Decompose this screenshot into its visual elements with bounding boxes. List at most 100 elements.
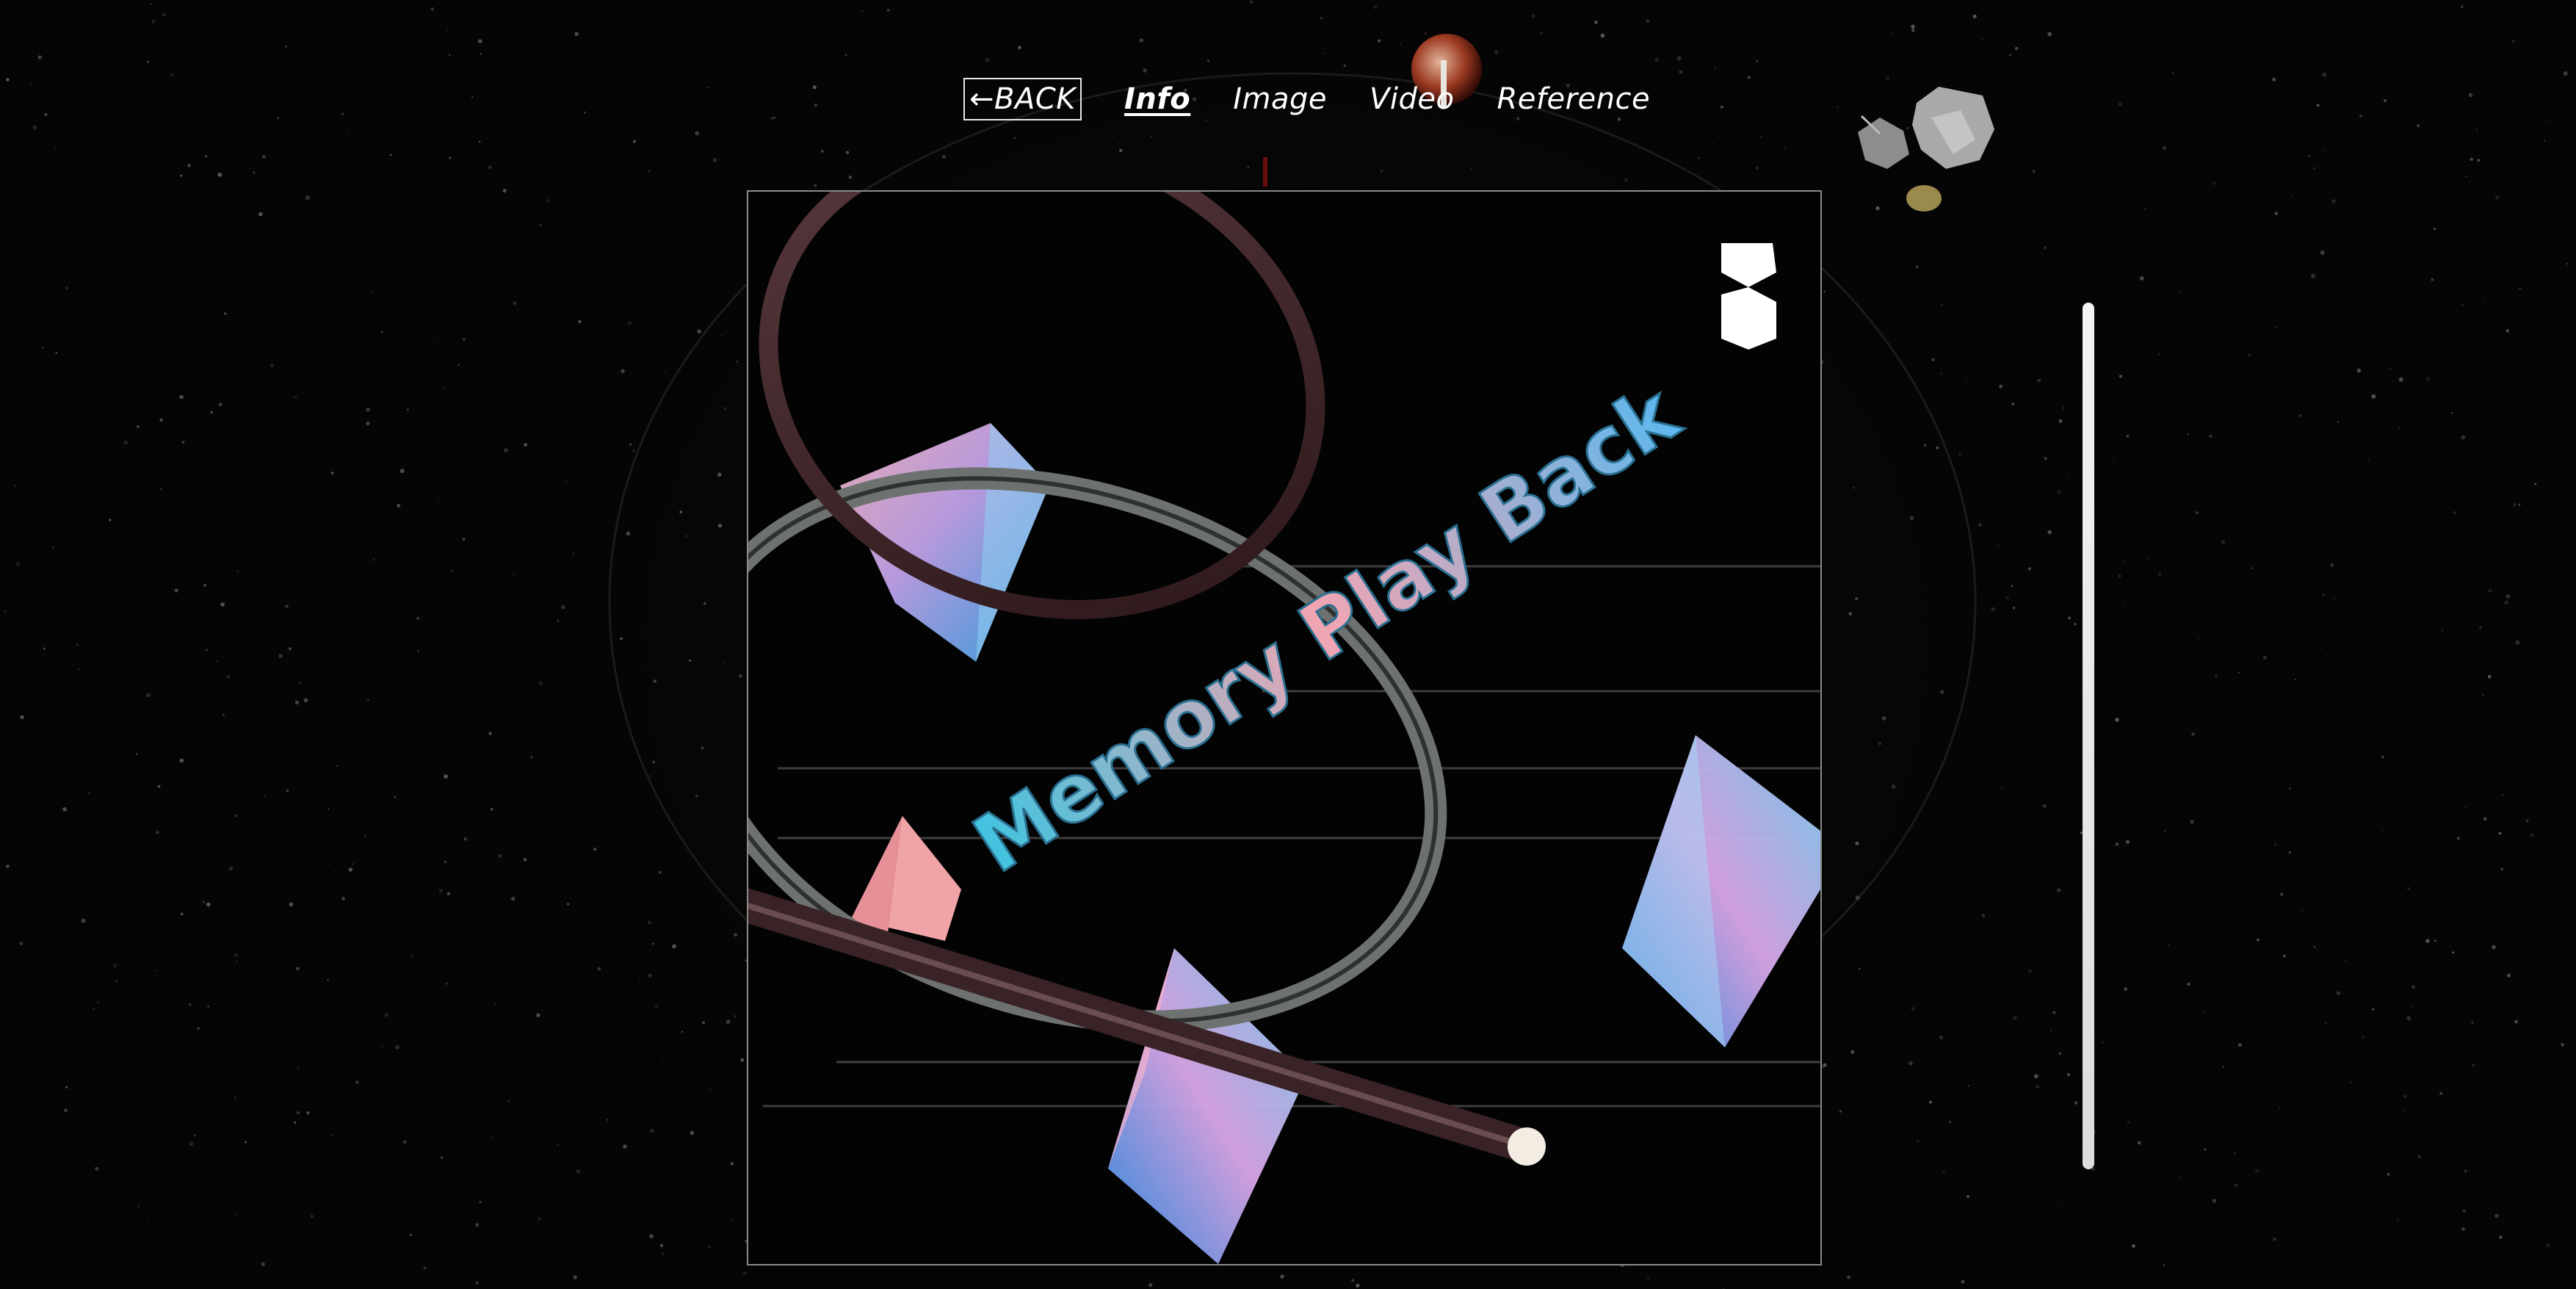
star: [2157, 572, 2162, 576]
star: [572, 552, 574, 555]
star: [2500, 867, 2503, 871]
star: [695, 794, 698, 798]
star: [2483, 817, 2487, 821]
star: [330, 768, 332, 770]
star: [2299, 414, 2302, 417]
star: [406, 408, 409, 411]
star: [54, 146, 57, 148]
star: [2322, 72, 2326, 77]
star: [2190, 820, 2194, 824]
star: [1380, 169, 1383, 173]
star: [2462, 1209, 2466, 1213]
star: [621, 369, 625, 374]
star: [299, 682, 302, 685]
star: [2036, 1085, 2039, 1088]
star: [394, 795, 397, 798]
star: [1747, 76, 1751, 79]
star: [2472, 1064, 2475, 1067]
star: [513, 574, 515, 576]
marker-pin-icon: [1263, 157, 1267, 187]
star: [689, 659, 692, 662]
star: [2237, 1043, 2242, 1047]
star: [2398, 377, 2403, 382]
star: [2274, 843, 2277, 846]
star: [2501, 794, 2503, 796]
star: [2512, 40, 2515, 43]
star: [1870, 441, 1872, 444]
star: [480, 53, 482, 55]
star: [286, 789, 289, 792]
star: [294, 700, 300, 705]
artwork-viewer[interactable]: Memory Play Back: [747, 190, 1822, 1265]
star: [526, 939, 527, 942]
star: [1756, 59, 1759, 62]
star: [1143, 68, 1147, 73]
star: [662, 1252, 665, 1255]
tab-video[interactable]: Video: [1370, 82, 1454, 116]
star: [2543, 140, 2545, 142]
tab-reference[interactable]: Reference: [1497, 82, 1650, 116]
star: [2118, 102, 2122, 106]
star: [2196, 511, 2199, 514]
star: [6, 78, 10, 82]
star: [2179, 1174, 2182, 1177]
star: [2032, 170, 2036, 173]
star: [2356, 368, 2362, 373]
star: [812, 85, 817, 90]
star: [330, 472, 334, 474]
star: [62, 807, 67, 812]
star: [2197, 636, 2199, 639]
star: [633, 140, 637, 143]
star: [2396, 1218, 2398, 1221]
star: [2494, 1213, 2499, 1218]
star: [1718, 135, 1720, 137]
star: [2044, 246, 2047, 250]
star: [220, 602, 225, 607]
star: [2445, 713, 2447, 715]
star: [2124, 560, 2126, 563]
star: [463, 837, 467, 841]
star: [227, 675, 230, 678]
star: [2566, 263, 2569, 265]
star: [2451, 411, 2453, 414]
star: [723, 662, 726, 665]
star: [584, 111, 586, 114]
star: [1351, 1279, 1355, 1282]
back-button[interactable]: ←BACK: [963, 78, 1082, 120]
star: [2330, 563, 2334, 567]
star: [109, 519, 112, 521]
star: [1148, 1282, 1153, 1288]
star: [1940, 372, 1943, 375]
star: [151, 19, 156, 24]
star: [2011, 585, 2013, 588]
star: [32, 125, 37, 130]
star: [649, 1128, 654, 1133]
star: [446, 29, 448, 31]
star: [162, 12, 166, 17]
star: [52, 546, 54, 549]
star: [726, 1019, 731, 1025]
star: [627, 321, 632, 325]
star: [1997, 544, 1999, 546]
star: [2426, 377, 2431, 381]
star: [203, 583, 206, 587]
tab-image[interactable]: Image: [1233, 82, 1327, 116]
star: [258, 212, 263, 217]
star: [215, 478, 217, 480]
star: [2498, 831, 2502, 835]
star: [2470, 157, 2473, 161]
tab-info[interactable]: Info: [1124, 82, 1190, 116]
star: [197, 1027, 200, 1030]
star: [263, 795, 266, 797]
star: [679, 510, 682, 513]
star: [294, 395, 298, 399]
vertical-scrollbar[interactable]: [2083, 303, 2094, 1169]
star: [151, 906, 153, 909]
star: [179, 758, 184, 763]
star: [2320, 250, 2325, 255]
star: [2468, 93, 2473, 98]
star: [734, 1014, 737, 1019]
star: [648, 973, 652, 978]
star: [1848, 612, 1853, 616]
star: [2483, 298, 2485, 300]
